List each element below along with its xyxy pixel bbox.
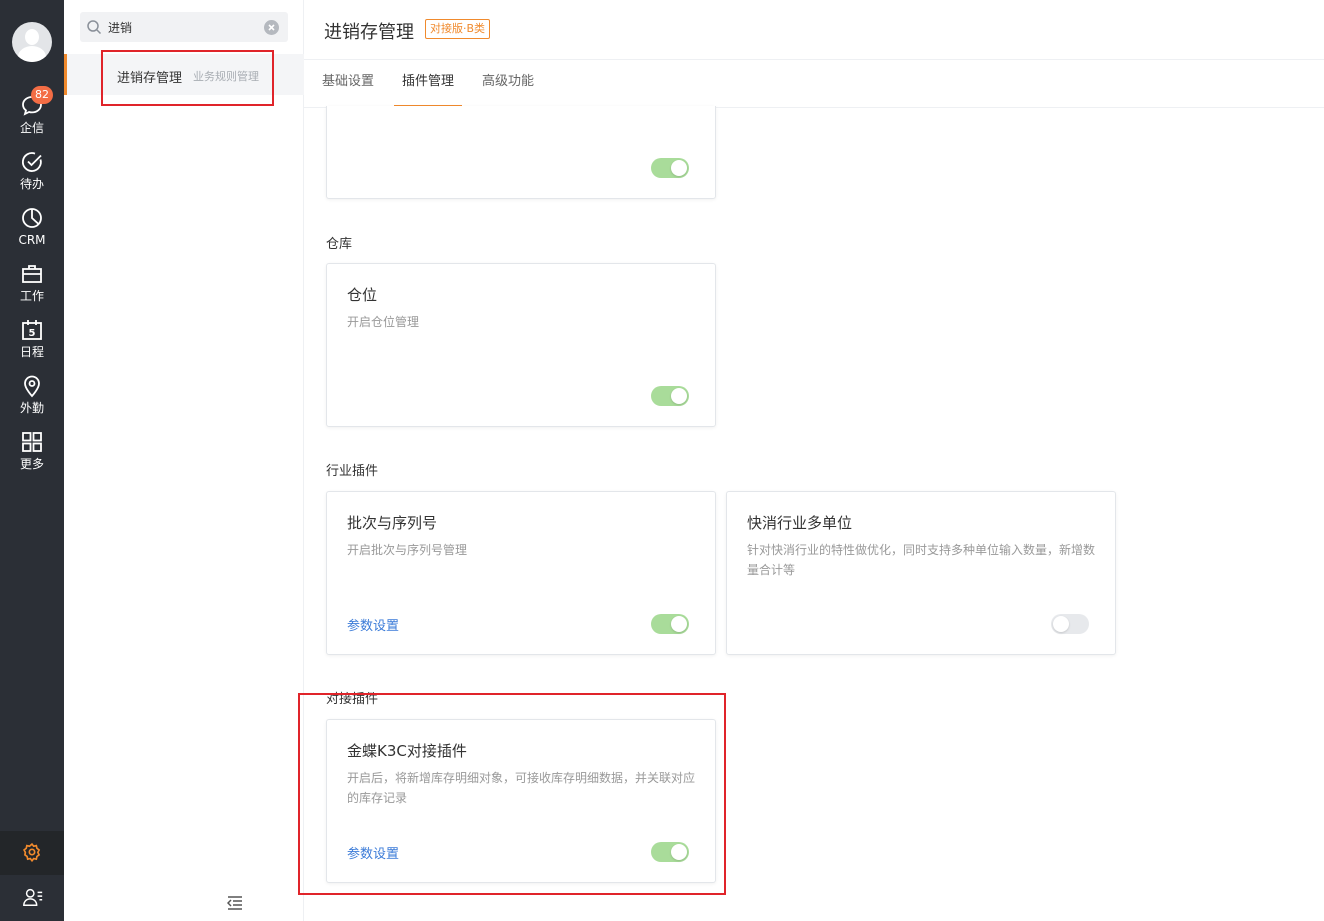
- search-box[interactable]: [80, 12, 288, 42]
- rail-item-todo[interactable]: 待办: [0, 150, 64, 204]
- plugin-toggle[interactable]: [651, 614, 689, 634]
- plugin-card-multiunit: 快消行业多单位 针对快消行业的特性做优化，同时支持多种单位输入数量，新增数量合计…: [726, 491, 1116, 655]
- calendar-icon: 5: [22, 320, 42, 340]
- avatar[interactable]: [12, 22, 52, 62]
- map-pin-icon: [24, 375, 40, 398]
- collapse-panel-icon[interactable]: [227, 895, 243, 911]
- tab-plugin-management[interactable]: 插件管理: [394, 60, 463, 107]
- pie-chart-icon: [22, 208, 42, 228]
- page-header: 进销存管理 对接版·B类: [304, 0, 1324, 60]
- plugin-card-location: 仓位 开启仓位管理: [326, 263, 716, 427]
- search-panel: 进销存管理 业务规则管理: [64, 0, 304, 921]
- tab-bar: 基础设置 插件管理 高级功能: [304, 60, 1324, 108]
- section-title-industry: 行业插件: [326, 464, 379, 479]
- rail-label: CRM: [18, 233, 46, 247]
- clear-search-button[interactable]: [264, 20, 279, 35]
- unread-badge: 82: [31, 86, 53, 104]
- edition-tag: 对接版·B类: [425, 19, 491, 39]
- rail-item-field[interactable]: 外勤: [0, 374, 64, 428]
- plugin-description: 针对快消行业的特性做优化，同时支持多种单位输入数量，新增数量合计等: [747, 543, 1096, 577]
- plugin-description: 开启仓位管理: [347, 315, 420, 329]
- rail-item-messages[interactable]: 82 企信: [0, 86, 64, 148]
- left-nav-rail: 82 企信 待办 CRM 工作 5 日程 外勤 更多: [0, 0, 64, 921]
- section-title-warehouse: 仓库: [326, 237, 353, 252]
- tab-advanced[interactable]: 高级功能: [482, 60, 534, 107]
- plugin-description: 开启批次与序列号管理: [347, 543, 468, 557]
- tab-basic-settings[interactable]: 基础设置: [322, 60, 374, 107]
- calendar-day: 5: [29, 328, 36, 339]
- search-input[interactable]: [108, 17, 258, 37]
- rail-item-work[interactable]: 工作: [0, 262, 64, 316]
- rail-label: 更多: [19, 457, 44, 471]
- plugin-card-batch: 批次与序列号 开启批次与序列号管理 参数设置: [326, 491, 716, 655]
- grid-icon: [22, 432, 42, 452]
- briefcase-icon: [22, 265, 42, 283]
- plugin-title: 快消行业多单位: [747, 514, 853, 532]
- highlight-box-search-result: [101, 50, 274, 106]
- user-list-icon[interactable]: [22, 886, 44, 908]
- rail-item-more[interactable]: 更多: [0, 430, 64, 484]
- highlight-box-k3c: [298, 693, 726, 895]
- search-icon: [87, 20, 102, 35]
- rail-label: 待办: [19, 177, 44, 191]
- rail-item-crm[interactable]: CRM: [0, 206, 64, 260]
- plugin-title: 仓位: [347, 286, 378, 304]
- param-settings-link[interactable]: 参数设置: [347, 615, 399, 634]
- gear-icon: [23, 842, 41, 862]
- check-circle-icon: [21, 152, 42, 172]
- rail-label: 日程: [19, 345, 44, 359]
- page-title: 进销存管理: [324, 22, 414, 43]
- plugin-toggle[interactable]: [651, 386, 689, 406]
- rail-label: 企信: [19, 121, 44, 135]
- rail-label: 工作: [19, 289, 44, 303]
- plugin-toggle[interactable]: [651, 158, 689, 178]
- settings-button[interactable]: [0, 831, 64, 875]
- rail-label: 外勤: [19, 401, 44, 415]
- plugin-toggle[interactable]: [1051, 614, 1089, 634]
- rail-item-calendar[interactable]: 5 日程: [0, 318, 64, 372]
- plugin-title: 批次与序列号: [347, 514, 438, 532]
- plugin-card-partial: [326, 106, 716, 199]
- close-icon: [268, 24, 275, 31]
